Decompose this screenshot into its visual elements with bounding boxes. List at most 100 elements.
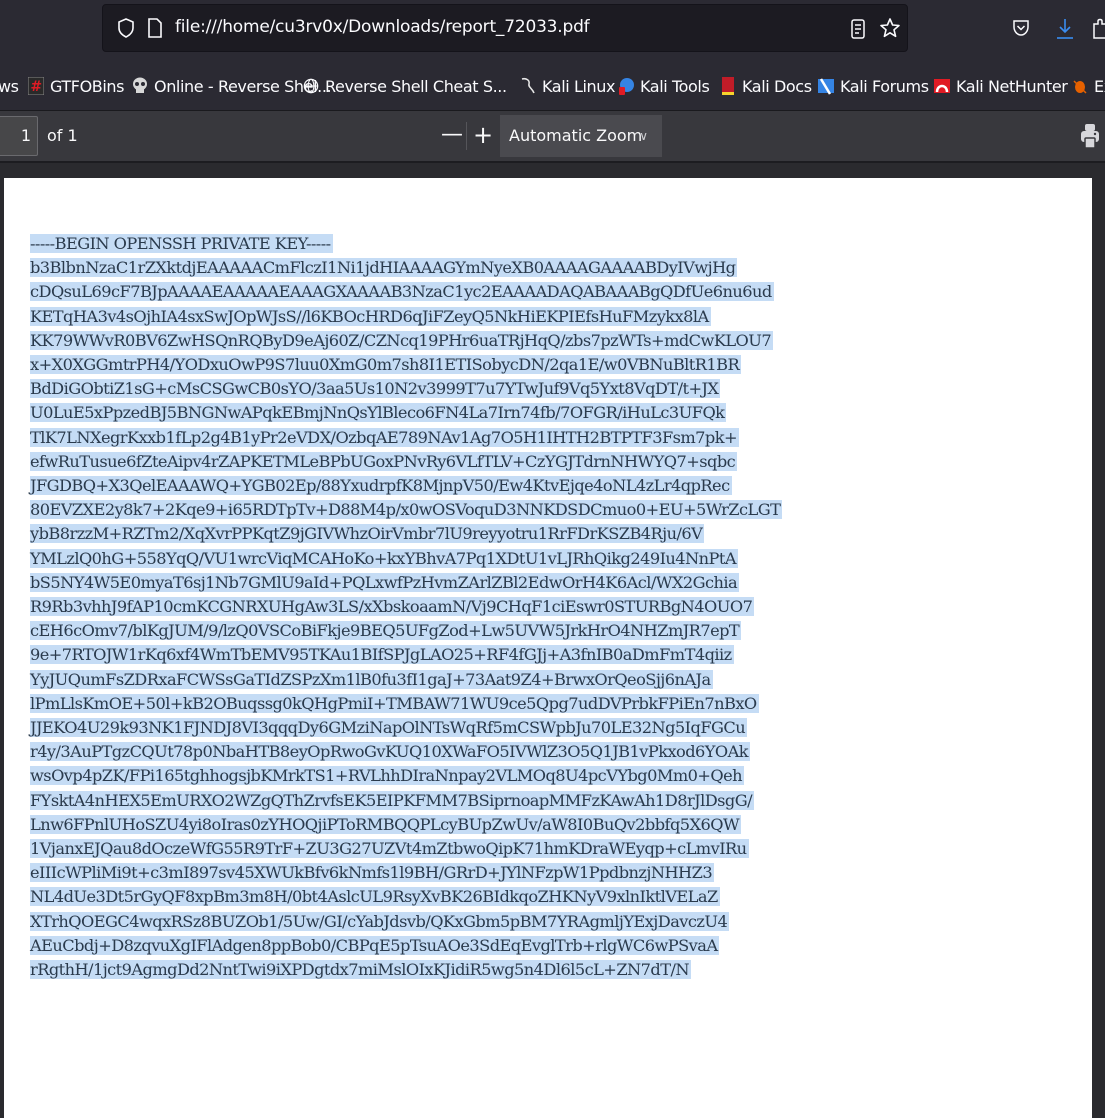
zoom-select[interactable]: Automatic Zoom ∨ xyxy=(500,115,662,157)
text-line: KK79WWvR0BV6ZwHSQnRQByD9eAj60Z/CZNcq19PH… xyxy=(30,329,782,353)
selected-text[interactable]: bS5NY4W5E0myaT6sj1Nb7GMlU9aId+PQLxwfPzHv… xyxy=(30,572,740,592)
selected-text[interactable]: AEuCbdj+D8zqvuXgIFlAdgen8ppBob0/CBPqE5pT… xyxy=(30,935,720,955)
bookmark-gtfobins[interactable]: # GTFOBins xyxy=(28,74,125,98)
pdf-viewer[interactable]: -----BEGIN OPENSSH PRIVATE KEY----- b3Blb… xyxy=(0,163,1105,1118)
bookmark-label: Kali Linux xyxy=(542,76,616,96)
selected-text[interactable]: cEH6cOmv7/blKgJUM/9/lzQ0VSCoBiFkje9BEQ5U… xyxy=(30,621,742,641)
selected-text[interactable]: b3BlbnNzaC1rZXktdjEAAAAACmFlczI1Ni1jdHIA… xyxy=(30,258,738,278)
bookmarks-bar: ws # GTFOBins Online - Reverse Shel... R… xyxy=(0,62,1105,111)
svg-text:#: # xyxy=(30,79,41,95)
bookmark-kali-tools[interactable]: Kali Tools xyxy=(618,74,710,98)
bookmark-kali-linux[interactable]: Kali Linux xyxy=(520,74,616,98)
text-line: XTrhQOEGC4wqxRSz8BUZOb1/5Uw/GI/cYabJdsvb… xyxy=(30,910,782,934)
kali-tools-icon xyxy=(619,78,634,95)
page-icon[interactable] xyxy=(147,18,163,38)
pdf-toolbar: 1 of 1 — + Automatic Zoom ∨ xyxy=(0,111,1105,163)
text-line: wsOvp4pZK/FPi165tghhogsjbKMrkTS1+RVLhhDI… xyxy=(30,764,782,788)
selected-text[interactable]: KK79WWvR0BV6ZwHSQnRQByD9eAj60Z/CZNcq19PH… xyxy=(30,330,774,350)
chevron-down-icon: ∨ xyxy=(639,129,648,143)
selected-text[interactable]: TlK7LNXegrKxxb1fLp2g4B1yPr2eVDX/OzbqAE78… xyxy=(30,427,740,447)
pocket-icon[interactable] xyxy=(1012,18,1030,38)
zoom-out-button[interactable]: — xyxy=(440,119,464,153)
text-line: BdDiGObtiZ1sG+cMsCSGwCB0sYO/3aa5Us10N2v3… xyxy=(30,377,782,401)
selected-text[interactable]: ybB8rzzM+RZTm2/XqXvrPPKqtZ9jGIVWhzOirVmb… xyxy=(30,524,705,544)
bookmark-label: Kali Docs xyxy=(742,76,812,96)
selected-text[interactable]: BdDiGObtiZ1sG+cMsCSGwCB0sYO/3aa5Us10N2v3… xyxy=(30,379,721,399)
selected-text[interactable]: efwRuTusue6fZteAipv4rZAPKETMLeBPbUGoxPNv… xyxy=(30,451,738,471)
selected-text[interactable]: cDQsuL69cF7BJpAAAAEAAAAAEAAAGXAAAAB3NzaC… xyxy=(30,282,774,302)
kali-forums-icon xyxy=(818,78,834,95)
text-line: YyJUQumFsZDRxaFCWSsGaTIdZSPzXm1lB0fu3fI1… xyxy=(30,668,782,692)
selected-text[interactable]: JJEKO4U29k93NK1FJNDJ8VI3qqqDy6GMziNapOlN… xyxy=(30,718,748,738)
text-line: lPmLlsKmOE+50l+kB2OBuqssg0kQHgPmiI+TMBAW… xyxy=(30,692,782,716)
shield-icon[interactable] xyxy=(117,18,135,38)
text-line: R9Rb3vhhJ9fAP10cmKCGNRXUHgAw3LS/xXbskoaa… xyxy=(30,595,782,619)
selected-text[interactable]: NL4dUe3Dt5rGyQF8xpBm3m8H/0bt4AslcUL9RsyX… xyxy=(30,887,720,907)
selected-text[interactable]: lPmLlsKmOE+50l+kB2OBuqssg0kQHgPmiI+TMBAW… xyxy=(30,693,759,713)
text-line: rRgthH/1jct9AgmgDd2NntTwi9iXPDgtdx7miMsl… xyxy=(30,958,782,982)
bookmark-kali-docs[interactable]: Kali Docs xyxy=(720,74,812,98)
url-text[interactable]: file:///home/cu3rv0x/Downloads/report_72… xyxy=(175,17,590,37)
text-line: -----BEGIN OPENSSH PRIVATE KEY----- xyxy=(30,232,782,256)
selected-text[interactable]: rRgthH/1jct9AgmgDd2NntTwi9iXPDgtdx7miMsl… xyxy=(30,960,691,980)
skull-icon xyxy=(133,77,147,93)
bookmark-label: ws xyxy=(0,76,19,96)
bookmark-kali-nethunter[interactable]: Kali NetHunter xyxy=(934,74,1068,98)
selected-text[interactable]: FYsktA4nHEX5EmURXO2WZgQThZrvfsEK5EIPKFMM… xyxy=(30,790,755,810)
text-line: b3BlbnNzaC1rZXktdjEAAAAACmFlczI1Ni1jdHIA… xyxy=(30,256,782,280)
selected-text[interactable]: R9Rb3vhhJ9fAP10cmKCGNRXUHgAw3LS/xXbskoaa… xyxy=(30,597,755,617)
zoom-in-button[interactable]: + xyxy=(470,119,496,153)
globe-icon xyxy=(303,78,319,94)
selected-text[interactable]: wsOvp4pZK/FPi165tghhogsjbKMrkTS1+RVLhhDI… xyxy=(30,766,745,786)
download-icon[interactable] xyxy=(1056,18,1074,40)
bookmark-label: Kali Tools xyxy=(640,76,710,96)
bookmark-label: Ex xyxy=(1094,76,1105,96)
selected-text[interactable]: Lnw6FPnlUHoSZU4yi8oIras0zYHOQjiPToRMBQQP… xyxy=(30,814,742,834)
url-bar[interactable]: file:///home/cu3rv0x/Downloads/report_72… xyxy=(102,4,908,52)
star-icon[interactable] xyxy=(879,17,901,39)
bookmark-reverse-shell-cheat-sheet[interactable]: Reverse Shell Cheat S... xyxy=(303,74,507,98)
selected-text[interactable]: U0LuE5xPpzedBJ5BNGNwAPqkEBmjNnQsYlBleco6… xyxy=(30,403,727,423)
selected-text[interactable]: XTrhQOEGC4wqxRSz8BUZOb1/5Uw/GI/cYabJdsvb… xyxy=(30,911,730,931)
text-line: Lnw6FPnlUHoSZU4yi8oIras0zYHOQjiPToRMBQQP… xyxy=(30,813,782,837)
selected-text[interactable]: JFGDBQ+X3QelEAAAWQ+YGB02Ep/88YxudrpfK8Mj… xyxy=(30,476,732,496)
page-count: of 1 xyxy=(47,126,78,145)
selected-text[interactable]: YyJUQumFsZDRxaFCWSsGaTIdZSPzXm1lB0fu3fI1… xyxy=(30,669,713,689)
selected-text[interactable]: YMLzlQ0hG+558YqQ/VU1wrcViqMCAHoKo+kxYBhv… xyxy=(30,548,738,568)
text-line: r4y/3AuPTgzCQUt78p0NbaHTB8eyOpRwoGvKUQ10… xyxy=(30,740,782,764)
bookmark-kali-forums[interactable]: Kali Forums xyxy=(818,74,929,98)
text-line: NL4dUe3Dt5rGyQF8xpBm3m8H/0bt4AslcUL9RsyX… xyxy=(30,885,782,909)
text-line: U0LuE5xPpzedBJ5BNGNwAPqkEBmjNnQsYlBleco6… xyxy=(30,401,782,425)
selected-text[interactable]: x+X0XGGmtrPH4/YODxuOwP9S7luu0XmG0m7sh8I1… xyxy=(30,355,742,375)
text-line: bS5NY4W5E0myaT6sj1Nb7GMlU9aId+PQLxwfPzHv… xyxy=(30,571,782,595)
bookmark-news[interactable]: ws xyxy=(0,74,19,98)
text-line: JFGDBQ+X3QelEAAAWQ+YGB02Ep/88YxudrpfK8Mj… xyxy=(30,474,782,498)
text-line: efwRuTusue6fZteAipv4rZAPKETMLeBPbUGoxPNv… xyxy=(30,450,782,474)
gtfobins-icon: # xyxy=(28,77,44,95)
text-line: 80EVZXE2y8k7+2Kqe9+i65RDTpTv+D88M4p/x0wO… xyxy=(30,498,783,522)
text-line: JJEKO4U29k93NK1FJNDJ8VI3qqqDy6GMziNapOlN… xyxy=(30,716,782,740)
selected-text[interactable]: 80EVZXE2y8k7+2Kqe9+i65RDTpTv+D88M4p/x0wO… xyxy=(30,500,783,520)
bookmark-label: Kali Forums xyxy=(840,76,929,96)
selected-text[interactable]: 1VjanxEJQau8dOczeWfG55R9TrF+ZU3G27UZVt4m… xyxy=(30,839,749,859)
bookmark-exploit-db[interactable]: Ex xyxy=(1072,74,1105,98)
selected-text[interactable]: -----BEGIN OPENSSH PRIVATE KEY----- xyxy=(30,234,333,253)
text-line: 9e+7RTOJW1rKq6xf4WmTbEMV95TKAu1BIfSPJgLA… xyxy=(30,643,782,667)
text-line: cEH6cOmv7/blKgJUM/9/lzQ0VSCoBiFkje9BEQ5U… xyxy=(30,619,782,643)
selected-text[interactable]: r4y/3AuPTgzCQUt78p0NbaHTB8eyOpRwoGvKUQ10… xyxy=(30,742,751,762)
reader-view-icon[interactable] xyxy=(851,19,865,39)
kali-nethunter-icon xyxy=(934,79,950,93)
selected-text[interactable]: 9e+7RTOJW1rKq6xf4WmTbEMV95TKAu1BIfSPJgLA… xyxy=(30,645,734,665)
zoom-level: Automatic Zoom xyxy=(509,126,643,145)
selected-text[interactable]: KETqHA3v4sOjhIA4sxSwJOpWJsS//l6KBOcHRD6q… xyxy=(30,306,711,326)
text-line: TlK7LNXegrKxxb1fLp2g4B1yPr2eVDX/OzbqAE78… xyxy=(30,426,782,450)
extensions-icon[interactable] xyxy=(1092,18,1105,40)
bookmark-online-reverse-shell[interactable]: Online - Reverse Shel... xyxy=(132,74,332,98)
text-line: ybB8rzzM+RZTm2/XqXvrPPKqtZ9jGIVWhzOirVmb… xyxy=(30,522,782,546)
print-icon[interactable] xyxy=(1080,123,1100,149)
selected-text[interactable]: eIIIcWPliMi9t+c3mI897sv45XWUkBfv6kNmfs1l… xyxy=(30,863,715,883)
text-line: 1VjanxEJQau8dOczeWfG55R9TrF+ZU3G27UZVt4m… xyxy=(30,837,782,861)
bookmark-label: GTFOBins xyxy=(50,76,125,96)
text-line: AEuCbdj+D8zqvuXgIFlAdgen8ppBob0/CBPqE5pT… xyxy=(30,934,782,958)
page-number-input[interactable]: 1 xyxy=(0,116,38,156)
